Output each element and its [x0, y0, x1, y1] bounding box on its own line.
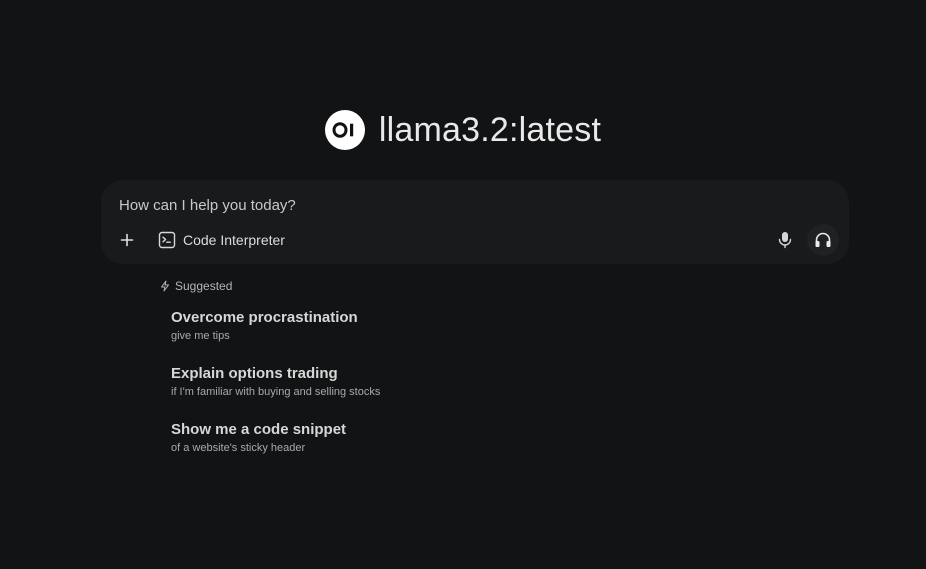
logo-mark — [332, 122, 354, 138]
app-logo — [324, 110, 365, 150]
suggestion-title: Show me a code snippet — [171, 421, 347, 438]
suggestion-item[interactable]: Overcome procrastination give me tips — [171, 308, 358, 343]
suggestion-title: Explain options trading — [171, 365, 338, 382]
suggestion-subtitle: of a website's sticky header — [171, 442, 306, 454]
message-composer: Code Interpreter — [101, 180, 849, 264]
voice-input-button[interactable] — [773, 228, 797, 252]
suggestion-item[interactable]: Show me a code snippet of a website's st… — [171, 420, 346, 455]
model-name[interactable]: llama3.2:latest — [379, 111, 601, 150]
model-header: llama3.2:latest — [0, 110, 926, 150]
lightning-icon — [161, 280, 169, 292]
add-attachment-button[interactable] — [115, 228, 139, 252]
terminal-icon — [158, 231, 176, 249]
headphones-icon — [815, 232, 831, 247]
suggestion-subtitle: give me tips — [171, 330, 230, 342]
code-interpreter-label: Code Interpreter — [183, 232, 285, 248]
code-interpreter-toggle[interactable]: Code Interpreter — [158, 230, 285, 250]
suggestion-subtitle: if I'm familiar with buying and selling … — [171, 386, 381, 398]
suggested-heading: Suggested — [159, 279, 232, 293]
suggested-label: Suggested — [175, 279, 233, 293]
chat-home: llama3.2:latest Code Interpreter — [0, 0, 926, 569]
microphone-icon — [778, 232, 792, 249]
suggestion-title: Overcome procrastination — [171, 309, 358, 326]
message-input[interactable] — [119, 194, 719, 216]
voice-mode-button[interactable] — [807, 224, 839, 256]
suggestion-item[interactable]: Explain options trading if I'm familiar … — [171, 364, 380, 399]
plus-icon — [120, 233, 134, 247]
